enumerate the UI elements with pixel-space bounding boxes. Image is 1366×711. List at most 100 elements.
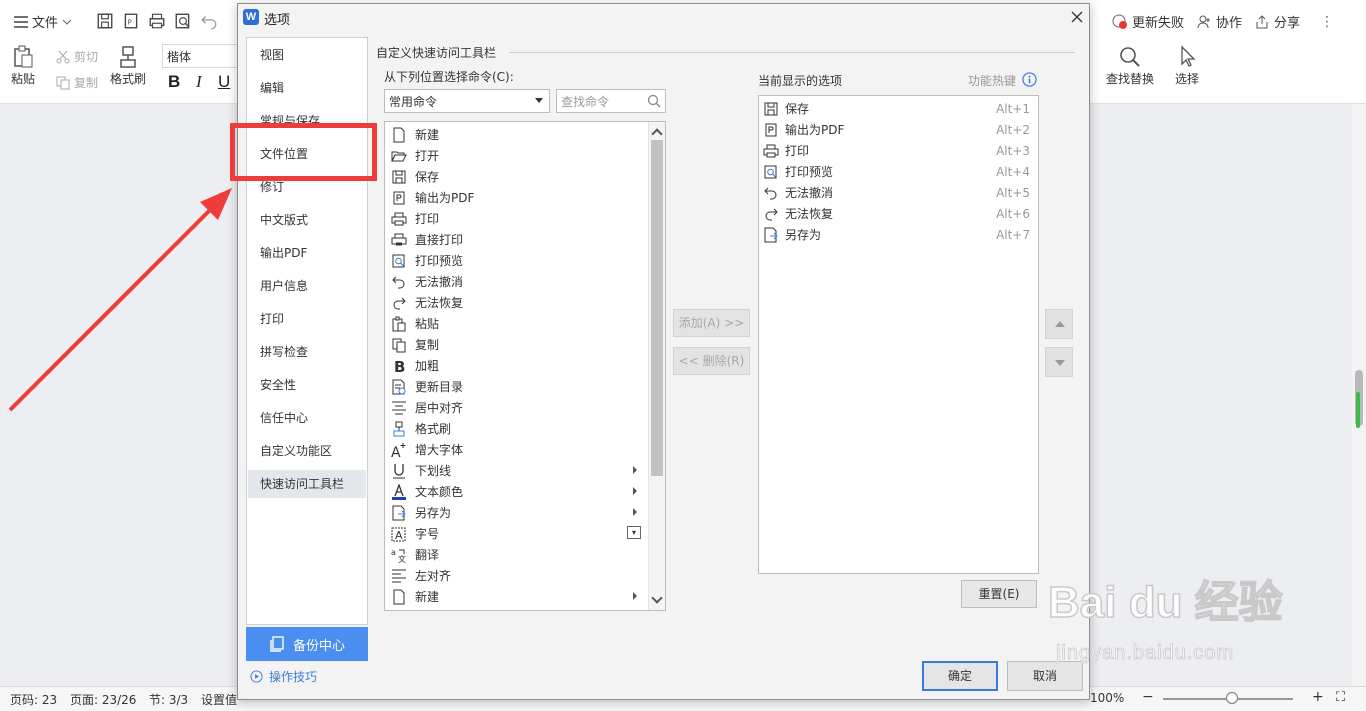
print-preview-icon[interactable] — [174, 12, 192, 30]
zoom-out-icon[interactable]: − — [1142, 689, 1154, 705]
command-list-item[interactable]: 另存为 — [387, 502, 645, 523]
command-list-item[interactable]: 无法恢复 — [387, 292, 645, 313]
command-list-item[interactable]: 打开 — [387, 145, 645, 166]
zoom-in-icon[interactable]: + — [1312, 689, 1324, 705]
command-label: 左对齐 — [415, 569, 452, 583]
nav-item[interactable]: 拼写检查 — [248, 338, 366, 366]
command-list-item[interactable]: 输出为PDF — [387, 187, 645, 208]
setting-value[interactable]: 设置值 — [201, 691, 237, 708]
nav-item[interactable]: 自定义功能区 — [248, 437, 366, 465]
undo-icon[interactable] — [200, 12, 218, 30]
command-list-item[interactable]: 直接打印 — [387, 229, 645, 250]
current-list-item[interactable]: 保存 Alt+1 — [761, 98, 1036, 119]
current-list-item[interactable]: 打印预览 Alt+4 — [761, 161, 1036, 182]
info-icon[interactable] — [1022, 72, 1037, 87]
command-list[interactable]: 新建 打开 保存 输出为PDF 打印 直接打印 打印预览 无法撤消 无法恢复 粘贴 复制 B 加粗 更新目… — [384, 121, 666, 611]
italic-button[interactable]: I — [196, 72, 202, 92]
document-scrollbar[interactable] — [1352, 104, 1366, 686]
add-button[interactable]: 添加(A) >> — [673, 309, 750, 337]
command-list-item[interactable]: 保存 — [387, 166, 645, 187]
current-list-item[interactable]: 无法恢复 Alt+6 — [761, 203, 1036, 224]
reset-button[interactable]: 重置(E) — [961, 580, 1037, 608]
nav-item[interactable]: 安全性 — [248, 371, 366, 399]
current-item-label: 打印 — [785, 144, 810, 158]
command-list-item[interactable]: B 加粗 — [387, 355, 645, 376]
command-list-item[interactable]: 新建 — [387, 586, 645, 607]
print-icon[interactable] — [148, 12, 166, 30]
current-list-item[interactable]: 打印 Alt+3 — [761, 140, 1036, 161]
ok-button[interactable]: 确定 — [922, 661, 998, 691]
nav-item[interactable]: 视图 — [248, 41, 366, 69]
cancel-button[interactable]: 取消 — [1007, 661, 1083, 691]
select-button[interactable]: 选择 — [1174, 44, 1200, 87]
command-list-item[interactable]: 格式刷 — [387, 418, 645, 439]
command-list-scrollbar[interactable] — [648, 122, 665, 610]
command-list-item[interactable]: 文本颜色 — [387, 481, 645, 502]
nav-item[interactable]: 打印 — [248, 305, 366, 333]
command-search-input[interactable]: 查找命令 — [556, 89, 666, 113]
zoom-slider-handle[interactable] — [1226, 692, 1238, 704]
share-button[interactable]: 分享 — [1254, 12, 1300, 31]
submenu-arrow-icon[interactable] — [633, 487, 637, 495]
pdf-export-icon[interactable]: P — [122, 12, 140, 30]
nav-item[interactable]: 修订 — [248, 173, 366, 201]
backup-center-button[interactable]: 备份中心 — [246, 627, 368, 661]
close-icon[interactable] — [1066, 6, 1088, 28]
nav-item[interactable]: 输出PDF — [248, 239, 366, 267]
nav-item[interactable]: 编辑 — [248, 74, 366, 102]
bold-button[interactable]: B — [168, 72, 180, 92]
current-items-list[interactable]: 保存 Alt+1 输出为PDF Alt+2 打印 Alt+3 打印预览 Alt+4 无法撤消 Al… — [758, 95, 1039, 574]
command-list-item[interactable]: 复制 — [387, 334, 645, 355]
paste-button[interactable]: 粘贴 — [10, 44, 36, 87]
submenu-arrow-icon[interactable] — [633, 508, 637, 516]
copy-button[interactable]: 复制 — [56, 74, 98, 91]
tips-link[interactable]: 操作技巧 — [250, 668, 317, 685]
command-list-item[interactable]: 下划线 — [387, 460, 645, 481]
command-list-item[interactable]: 更新目录 — [387, 376, 645, 397]
command-list-item[interactable]: A 字号 ▾ — [387, 523, 645, 544]
undo-icon — [391, 274, 407, 290]
command-source-select[interactable]: 常用命令 — [384, 89, 550, 113]
command-list-item[interactable]: 新建 — [387, 124, 645, 145]
current-list-item[interactable]: 无法撤消 Alt+5 — [761, 182, 1036, 203]
command-list-item[interactable]: 居中对齐 — [387, 397, 645, 418]
scrollbar-thumb[interactable] — [651, 140, 663, 476]
scroll-down-icon[interactable] — [651, 592, 663, 604]
submenu-arrow-icon[interactable] — [633, 466, 637, 474]
nav-item[interactable]: 常规与保存 — [248, 107, 366, 135]
file-menu[interactable]: 文件 — [14, 12, 72, 31]
command-list-item[interactable]: 无法撤消 — [387, 271, 645, 292]
move-down-button[interactable] — [1045, 347, 1073, 377]
collaborate-button[interactable]: 协作 — [1196, 12, 1242, 31]
command-list-item[interactable]: 左对齐 — [387, 565, 645, 586]
fullscreen-icon[interactable]: ⛶ — [1336, 690, 1345, 705]
command-list-item[interactable]: 打印预览 — [387, 250, 645, 271]
command-list-item[interactable]: A 增大字体 — [387, 439, 645, 460]
save-icon[interactable] — [96, 12, 114, 30]
font-name-box[interactable]: 楷体 — [162, 44, 238, 68]
nav-item[interactable]: 用户信息 — [248, 272, 366, 300]
submenu-arrow-icon[interactable] — [633, 592, 637, 600]
align-center-icon — [391, 400, 407, 416]
current-list-item[interactable]: 输出为PDF Alt+2 — [761, 119, 1036, 140]
more-options-icon[interactable]: ⋮ — [1320, 14, 1334, 30]
dropdown-box-icon[interactable]: ▾ — [627, 526, 641, 539]
nav-item[interactable]: 文件位置 — [248, 140, 366, 168]
command-list-item[interactable]: 打印 — [387, 208, 645, 229]
command-list-item[interactable]: a 文翻译 — [387, 544, 645, 565]
underline-button[interactable]: U — [218, 72, 230, 92]
remove-button[interactable]: << 删除(R) — [673, 347, 750, 375]
cut-button[interactable]: 剪切 — [56, 48, 98, 65]
find-replace-button[interactable]: 查找替换 — [1106, 44, 1154, 87]
nav-item[interactable]: 信任中心 — [248, 404, 366, 432]
command-list-item[interactable]: 粘贴 — [387, 313, 645, 334]
move-up-button[interactable] — [1045, 309, 1073, 339]
format-painter-button[interactable]: 格式刷 — [110, 44, 146, 87]
update-failed-button[interactable]: 更新失败 — [1112, 12, 1184, 31]
current-list-item[interactable]: 另存为 Alt+7 — [761, 224, 1036, 245]
zoom-level[interactable]: 100% — [1090, 691, 1124, 705]
print-preview-icon — [391, 253, 407, 269]
nav-item[interactable]: 快速访问工具栏 — [248, 470, 366, 498]
nav-item[interactable]: 中文版式 — [248, 206, 366, 234]
scroll-up-icon[interactable] — [651, 128, 663, 140]
